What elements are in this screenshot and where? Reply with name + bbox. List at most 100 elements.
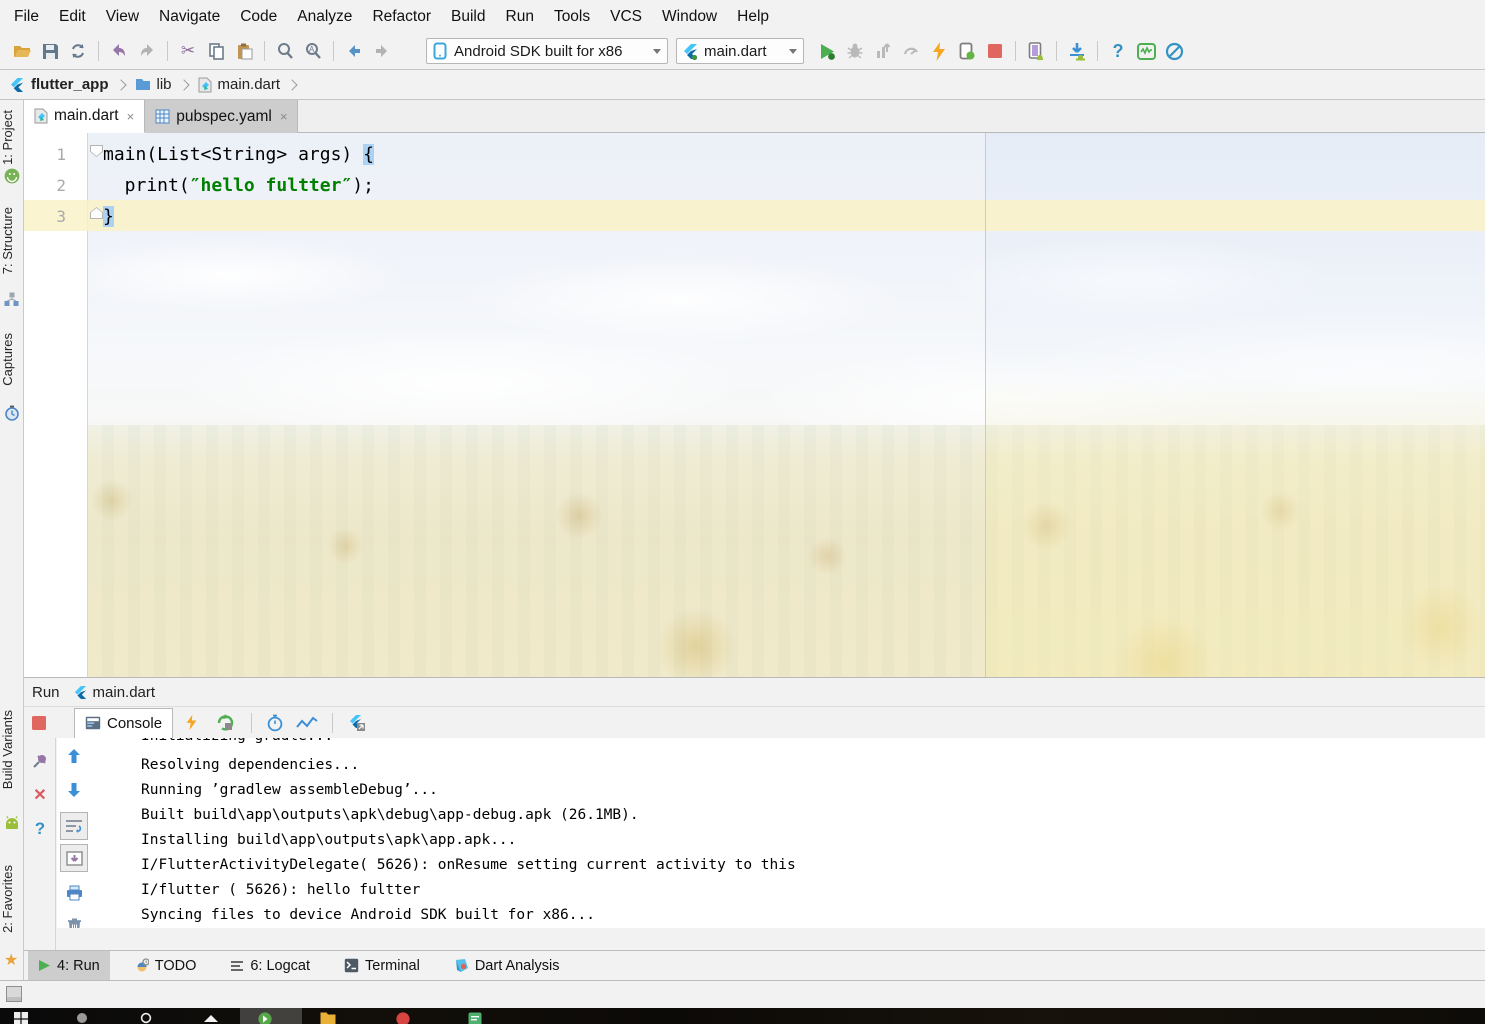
cut-icon[interactable]: ✂ (177, 40, 199, 62)
forward-icon[interactable] (371, 40, 393, 62)
toolbar-separator (1015, 41, 1016, 61)
menu-build[interactable]: Build (441, 0, 495, 33)
breadcrumb: flutter_app lib main.dart (0, 70, 1485, 100)
close-tab-icon[interactable]: × (280, 109, 288, 124)
build-variants-icon (4, 816, 20, 832)
breadcrumb-lib[interactable]: lib (157, 76, 172, 93)
menu-refactor[interactable]: Refactor (362, 0, 441, 33)
code-editor[interactable]: 1 2 3 main(List<String> args) { print(″h… (24, 133, 1485, 677)
hot-restart-icon[interactable] (216, 713, 235, 732)
messages-app-icon[interactable] (468, 1012, 482, 1024)
timeline-icon[interactable] (266, 714, 284, 732)
back-icon[interactable] (343, 40, 365, 62)
toolwindow-toggle-icon[interactable] (6, 986, 22, 1002)
stop-icon[interactable] (31, 715, 47, 731)
help-icon[interactable]: ? (1107, 40, 1129, 62)
menu-view[interactable]: View (96, 0, 149, 33)
no-entry-icon[interactable] (1163, 40, 1185, 62)
fold-marker-start-icon[interactable] (90, 145, 103, 157)
next-occurrence-icon[interactable] (64, 780, 84, 800)
performance-chart-icon[interactable] (296, 716, 318, 730)
sidebar-item-captures[interactable]: Captures (0, 333, 24, 386)
open-devtools-icon[interactable] (347, 714, 366, 731)
device-selector[interactable]: Android SDK built for x86 (426, 38, 668, 64)
copy-icon[interactable] (205, 40, 227, 62)
taskbar-circle-icon[interactable] (76, 1012, 88, 1024)
matched-brace: { (363, 144, 374, 165)
undo-icon[interactable] (108, 40, 130, 62)
sidebar-item-structure[interactable]: 7: Structure (0, 207, 24, 274)
open-folder-icon[interactable] (11, 40, 33, 62)
sync-icon[interactable] (67, 40, 89, 62)
breadcrumb-project[interactable]: flutter_app (31, 76, 109, 93)
menu-vcs[interactable]: VCS (600, 0, 652, 33)
run-panel-toolbar: Console (24, 707, 1485, 738)
menu-tools[interactable]: Tools (544, 0, 600, 33)
toolbar-separator (251, 712, 253, 733)
console-output[interactable]: Initializing gradle... Resolving depende… (57, 738, 1485, 928)
menu-file[interactable]: File (4, 0, 49, 33)
fold-marker-end-icon[interactable] (90, 207, 103, 219)
taskbar-ring-icon[interactable] (140, 1012, 152, 1024)
android-monitor-icon[interactable] (1135, 40, 1157, 62)
attach-debugger-icon[interactable] (956, 40, 978, 62)
folder-app-icon[interactable] (320, 1012, 336, 1024)
paste-icon[interactable] (233, 40, 255, 62)
print-icon[interactable] (64, 883, 84, 903)
toolbar-separator (1056, 41, 1057, 61)
menu-edit[interactable]: Edit (49, 0, 96, 33)
captures-icon (4, 405, 20, 421)
toolwindow-logcat[interactable]: 6: Logcat (220, 951, 320, 981)
help-icon[interactable]: ? (31, 819, 49, 838)
pin-icon[interactable] (31, 752, 49, 770)
toolwindow-dart-analysis[interactable]: Dart Analysis (444, 951, 570, 981)
camera-app-icon[interactable] (396, 1012, 410, 1024)
menu-code[interactable]: Code (230, 0, 287, 33)
desktop-taskbar-strip (0, 1008, 1485, 1024)
line-number: 3 (56, 207, 66, 226)
console-line: I/flutter ( 5626): hello fultter (141, 882, 421, 898)
sdk-manager-icon[interactable] (1066, 40, 1088, 62)
soft-wrap-icon[interactable] (60, 812, 88, 840)
clear-console-icon[interactable] (64, 916, 84, 928)
redo-icon[interactable] (136, 40, 158, 62)
breadcrumb-file[interactable]: main.dart (218, 76, 281, 93)
menu-analyze[interactable]: Analyze (287, 0, 362, 33)
run-config-selector[interactable]: main.dart (676, 38, 804, 64)
run-config-name: main.dart (92, 683, 156, 701)
tool-window-bar: 4: Run TODO 6: Logcat Terminal Dart Anal… (24, 950, 1485, 981)
prev-occurrence-icon[interactable] (64, 746, 84, 766)
favorites-star-icon: ★ (4, 952, 19, 969)
menu-navigate[interactable]: Navigate (149, 0, 230, 33)
toolbar-separator (167, 41, 168, 61)
menu-run[interactable]: Run (496, 0, 544, 33)
hot-reload-icon[interactable] (928, 40, 950, 62)
menu-help[interactable]: Help (727, 0, 779, 33)
hot-reload-icon[interactable] (185, 714, 198, 731)
sidebar-item-favorites[interactable]: 2: Favorites (0, 865, 24, 933)
run-icon[interactable] (816, 40, 838, 62)
save-icon[interactable] (39, 40, 61, 62)
sidebar-item-build-variants[interactable]: Build Variants (0, 710, 24, 789)
tab-main-dart[interactable]: main.dart × (24, 100, 146, 133)
device-selector-label: Android SDK built for x86 (454, 42, 623, 60)
scroll-to-end-icon[interactable] (60, 844, 88, 872)
console-line: Syncing files to device Android SDK buil… (141, 907, 595, 923)
tab-pubspec-yaml[interactable]: pubspec.yaml × (145, 100, 299, 133)
close-tab-icon[interactable]: × (127, 109, 135, 124)
todo-icon (134, 958, 149, 973)
toolwindow-todo[interactable]: TODO (124, 951, 207, 981)
stop-icon[interactable] (984, 40, 1006, 62)
find-icon[interactable] (274, 40, 296, 62)
toolwindow-terminal[interactable]: Terminal (334, 951, 430, 981)
layout-inspector-icon[interactable] (1025, 40, 1047, 62)
replace-icon[interactable]: A (302, 40, 324, 62)
close-icon[interactable]: ✕ (31, 786, 49, 804)
tab-console[interactable]: Console (74, 707, 174, 738)
toolwindow-run[interactable]: 4: Run (28, 950, 110, 981)
chevron-up-icon[interactable] (202, 1012, 220, 1024)
menu-window[interactable]: Window (652, 0, 727, 33)
sidebar-item-project[interactable]: 1: Project (0, 110, 24, 165)
play-store-icon[interactable] (258, 1012, 272, 1024)
start-button-icon[interactable] (14, 1012, 28, 1024)
